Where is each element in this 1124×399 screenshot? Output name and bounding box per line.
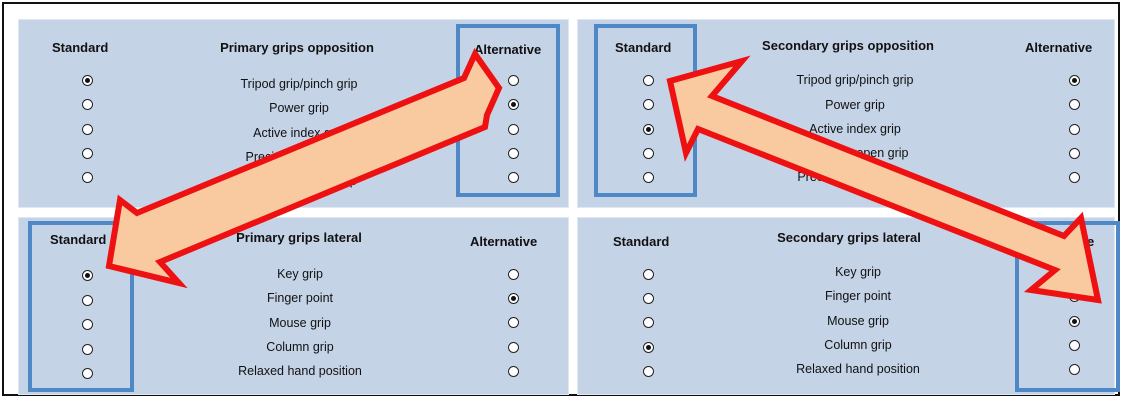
standard-radio-tripod-grip[interactable]	[82, 75, 93, 86]
option-label: Precision closed grip	[241, 174, 357, 188]
standard-radio-active-index-grip[interactable]	[82, 124, 93, 135]
alternative-radio-column-grip[interactable]	[508, 342, 519, 353]
standard-radio-precision-closed-grip[interactable]	[82, 172, 93, 183]
alternative-column-header: Alternative	[1027, 234, 1095, 249]
option-label: Mouse grip	[269, 316, 331, 330]
option-label: Precision open grip	[801, 146, 909, 160]
standard-radio-mouse-grip[interactable]	[643, 317, 654, 328]
option-label: Column grip	[266, 340, 334, 354]
option-label: Precision open grip	[245, 150, 353, 164]
option-label: Tripod grip/pinch grip	[240, 77, 358, 91]
alternative-radio-power-grip[interactable]	[1069, 99, 1080, 110]
panel-secondary-lateral: Standard Secondary grips lateral Alterna…	[577, 217, 1115, 395]
standard-radio-finger-point[interactable]	[82, 295, 93, 306]
option-label: Mouse grip	[827, 314, 889, 328]
alternative-radio-mouse-grip[interactable]	[508, 317, 519, 328]
alternative-radio-key-grip[interactable]	[1069, 267, 1080, 278]
panel-title: Primary grips opposition	[220, 40, 374, 55]
standard-radio-key-grip[interactable]	[643, 269, 654, 280]
standard-column-header: Standard	[613, 234, 670, 249]
alternative-radio-precision-closed-grip[interactable]	[508, 172, 519, 183]
standard-radio-column-grip[interactable]	[82, 344, 93, 355]
alternative-column-header: Alternative	[470, 234, 538, 249]
option-label: Key grip	[835, 265, 881, 279]
standard-radio-tripod-grip[interactable]	[643, 75, 654, 86]
panel-primary-opposition: Standard Primary grips opposition Altern…	[18, 19, 569, 208]
alternative-radio-precision-open-grip[interactable]	[1069, 148, 1080, 159]
standard-radio-mouse-grip[interactable]	[82, 319, 93, 330]
alternative-radio-precision-open-grip[interactable]	[508, 148, 519, 159]
alternative-radio-power-grip[interactable]	[508, 99, 519, 110]
option-label: Column grip	[824, 338, 892, 352]
option-label: Finger point	[824, 289, 892, 303]
panel-title: Secondary grips opposition	[762, 38, 934, 53]
option-label: Power grip	[825, 98, 885, 112]
alternative-radio-tripod-grip[interactable]	[1069, 75, 1080, 86]
alternative-column-header: Alternative	[474, 42, 542, 57]
alternative-column-header: Alternative	[1025, 40, 1093, 55]
alternative-radio-precision-closed-grip[interactable]	[1069, 172, 1080, 183]
option-label: Finger point	[266, 291, 334, 305]
panel-title: Primary grips lateral	[236, 230, 362, 245]
standard-radio-power-grip[interactable]	[82, 99, 93, 110]
standard-radio-precision-open-grip[interactable]	[82, 148, 93, 159]
alternative-radio-active-index-grip[interactable]	[1069, 124, 1080, 135]
alternative-radio-finger-point[interactable]	[508, 293, 519, 304]
standard-radio-column-grip[interactable]	[643, 342, 654, 353]
standard-column-header: Standard	[50, 232, 107, 247]
option-label: Key grip	[277, 267, 323, 281]
panel-secondary-opposition: Standard Secondary grips opposition Alte…	[577, 19, 1115, 208]
standard-radio-precision-closed-grip[interactable]	[643, 172, 654, 183]
standard-radio-relaxed-hand[interactable]	[643, 366, 654, 377]
alternative-radio-active-index-grip[interactable]	[508, 124, 519, 135]
alternative-radio-relaxed-hand[interactable]	[1069, 364, 1080, 375]
option-label: Active index grip	[809, 122, 901, 136]
panel-primary-lateral: Standard Primary grips lateral Alternati…	[18, 217, 569, 395]
standard-radio-key-grip[interactable]	[82, 270, 93, 281]
option-label: Power grip	[269, 101, 329, 115]
standard-radio-active-index-grip[interactable]	[643, 124, 654, 135]
alternative-radio-tripod-grip[interactable]	[508, 75, 519, 86]
alternative-radio-mouse-grip[interactable]	[1069, 316, 1080, 327]
panel-title: Secondary grips lateral	[777, 230, 921, 245]
option-label: Active index grip	[253, 126, 345, 140]
grip-settings-frame: Standard Primary grips opposition Altern…	[2, 2, 1120, 396]
alternative-radio-column-grip[interactable]	[1069, 340, 1080, 351]
alternative-radio-relaxed-hand[interactable]	[508, 366, 519, 377]
standard-radio-relaxed-hand[interactable]	[82, 368, 93, 379]
standard-radio-finger-point[interactable]	[643, 293, 654, 304]
standard-radio-power-grip[interactable]	[643, 99, 654, 110]
option-label: Relaxed hand position	[796, 362, 920, 376]
standard-column-header: Standard	[52, 40, 109, 55]
standard-column-header: Standard	[615, 40, 672, 55]
alternative-radio-finger-point[interactable]	[1069, 291, 1080, 302]
option-label: Precision closed grip	[797, 170, 913, 184]
option-label: Relaxed hand position	[238, 364, 362, 378]
standard-radio-precision-open-grip[interactable]	[643, 148, 654, 159]
option-label: Tripod grip/pinch grip	[796, 73, 914, 87]
alternative-radio-key-grip[interactable]	[508, 269, 519, 280]
